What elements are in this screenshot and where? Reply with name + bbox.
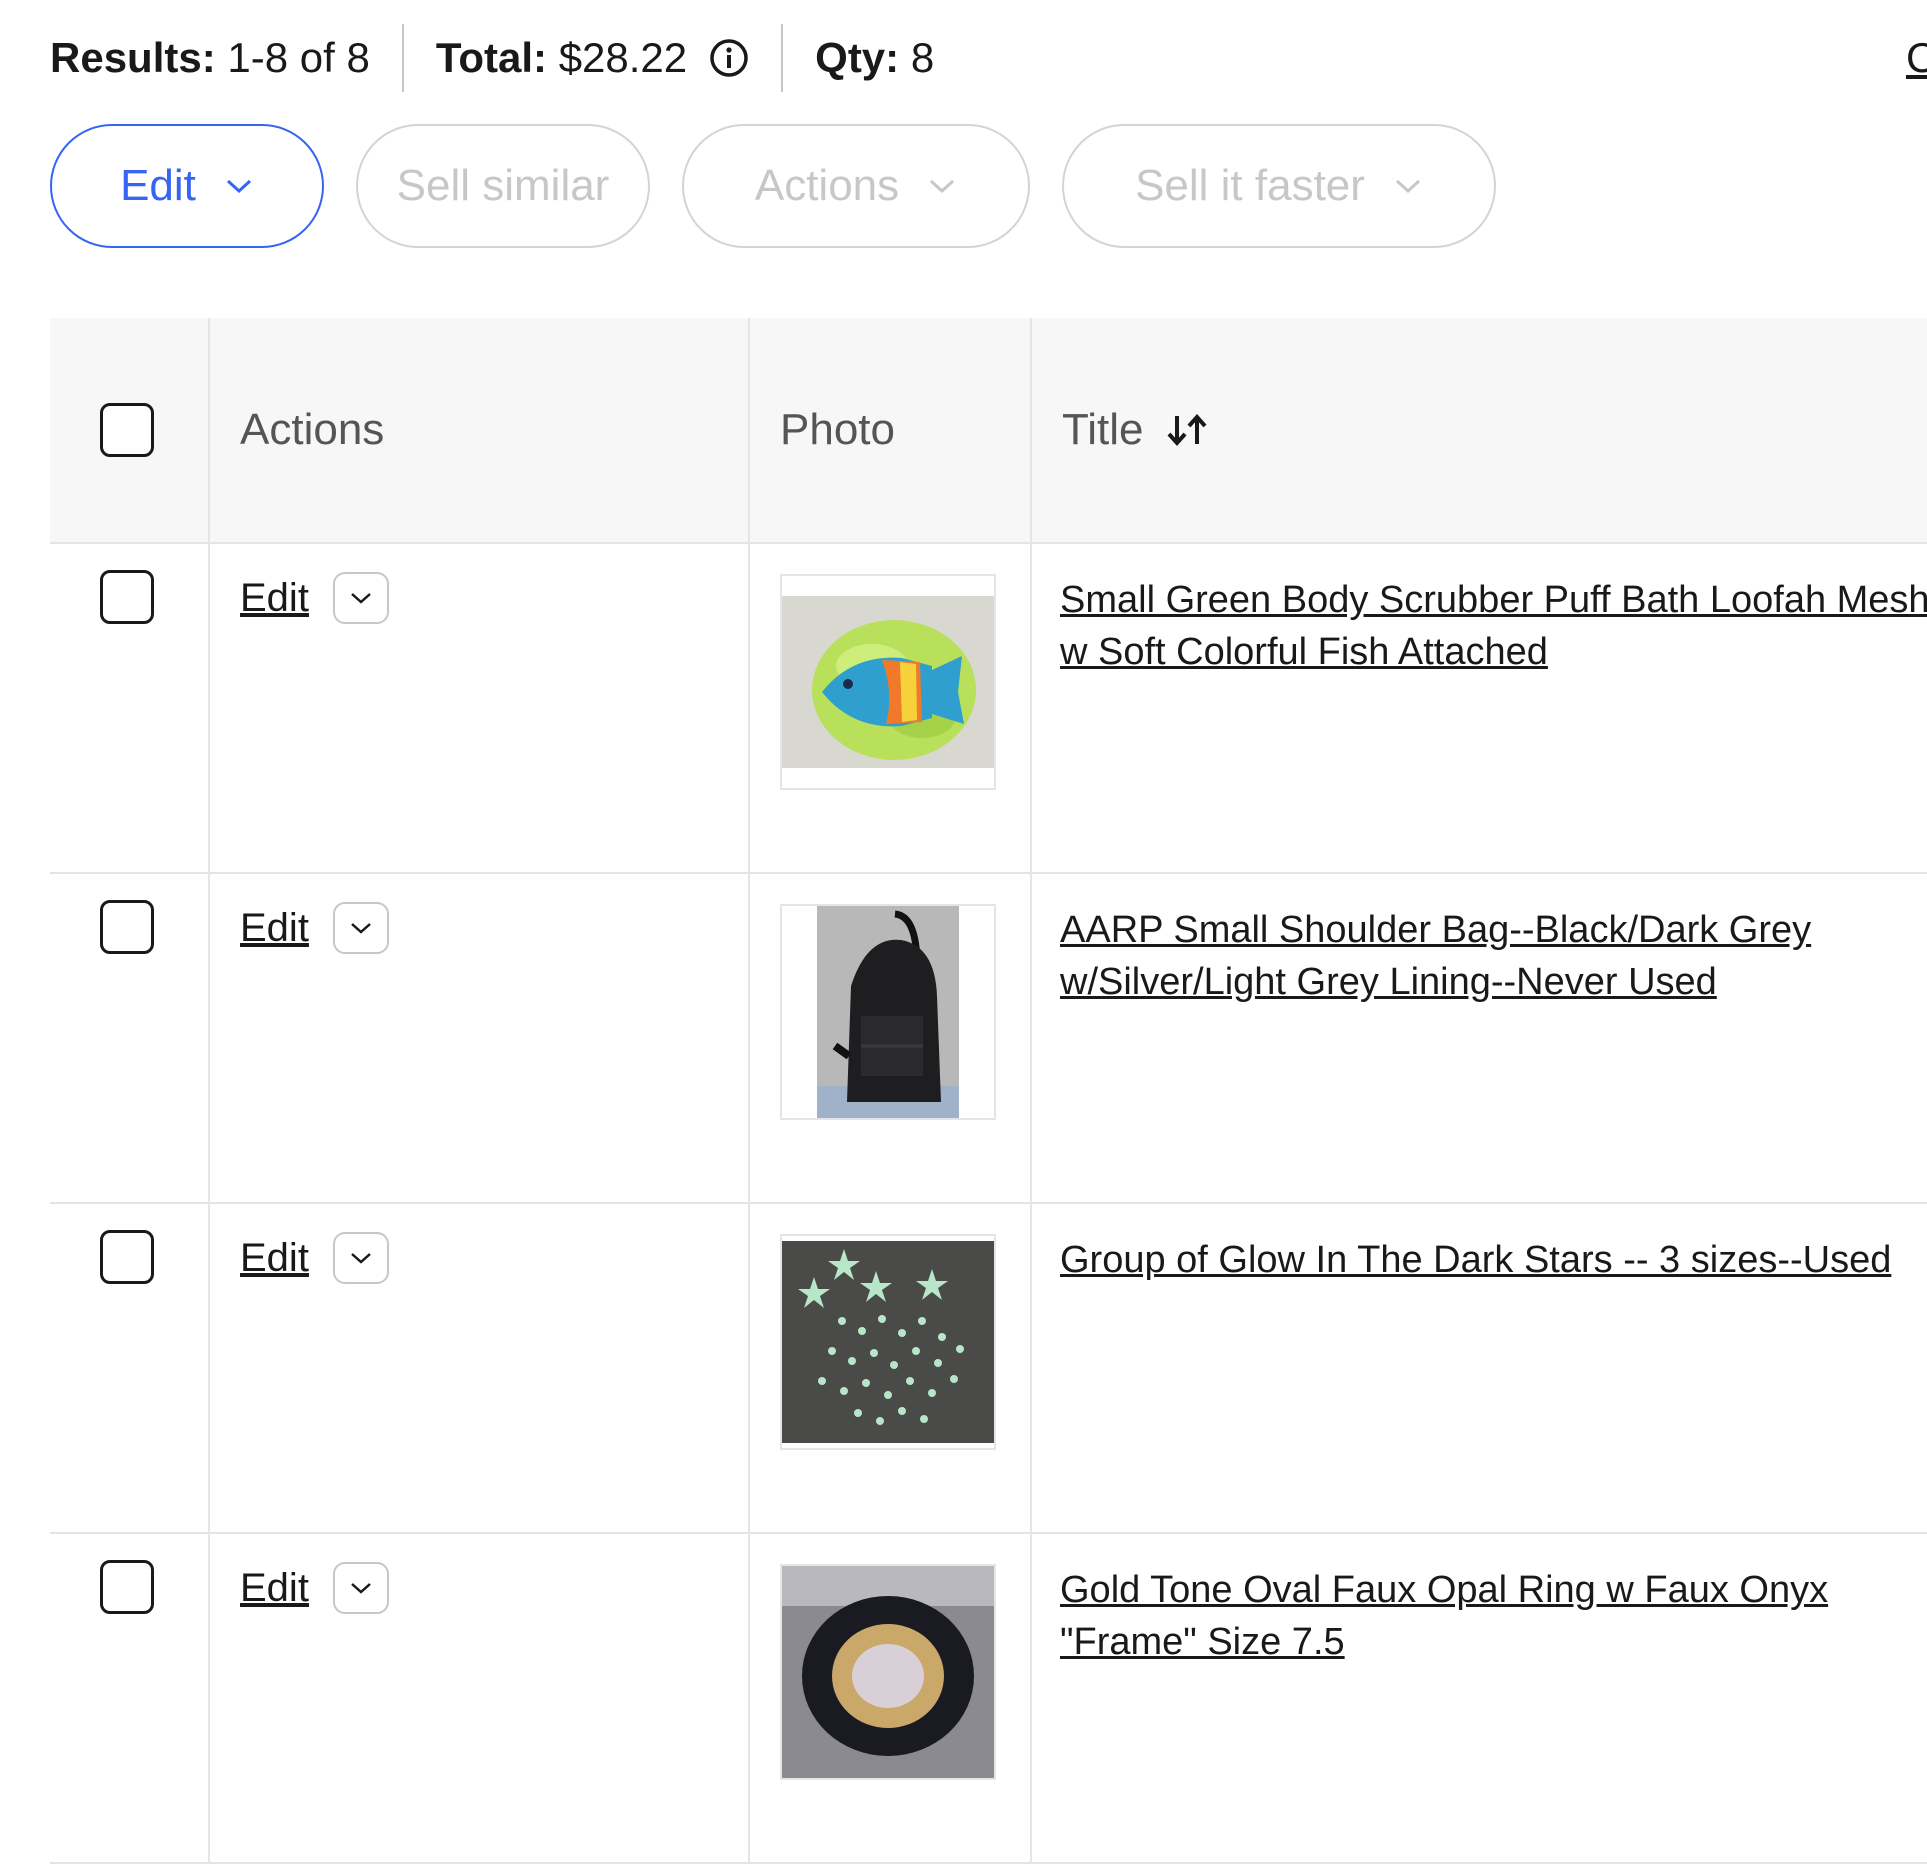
table-header-row: Actions Photo Title (50, 318, 1927, 544)
row-select-cell (50, 1533, 210, 1864)
row-checkbox[interactable] (100, 570, 154, 624)
row-more-actions-button[interactable] (332, 1562, 389, 1614)
actions-button-label: Actions (754, 161, 900, 210)
divider (781, 24, 784, 92)
row-actions-cell: Edit (209, 1533, 750, 1864)
results-summary: Results: 1-8 of 8 Total: $28.22 Qty: 8 (50, 24, 935, 92)
table-row: Edit (50, 543, 1927, 874)
row-checkbox[interactable] (100, 1230, 154, 1284)
header-select-cell (50, 318, 210, 544)
results-value: 1-8 of 8 (227, 34, 370, 81)
row-title-cell: Gold Tone Oval Faux Opal Ring w Faux Ony… (1031, 1533, 1927, 1864)
row-title-cell: Group of Glow In The Dark Stars -- 3 siz… (1031, 1203, 1927, 1534)
total-label: Total: (435, 34, 548, 81)
header-photo: Photo (749, 318, 1032, 544)
ring-photo[interactable] (780, 1564, 996, 1780)
row-actions-cell: Edit (209, 873, 750, 1204)
header-title[interactable]: Title (1031, 318, 1927, 544)
row-checkbox[interactable] (100, 900, 154, 954)
row-photo-cell (749, 543, 1032, 874)
qty-value: 8 (910, 34, 935, 81)
info-icon[interactable] (709, 38, 749, 78)
row-title-cell: AARP Small Shoulder Bag--Black/Dark Grey… (1031, 873, 1927, 1204)
table-row: Edit AARP Small Shoulder Bag--Black/Dark… (50, 873, 1927, 1204)
row-edit-link[interactable]: Edit (240, 906, 309, 951)
bulk-action-toolbar: Edit Sell similar Actions Sell it faster (50, 124, 1496, 248)
row-more-actions-button[interactable] (332, 572, 389, 624)
row-actions-cell: Edit (209, 543, 750, 874)
row-edit-link[interactable]: Edit (240, 1236, 309, 1281)
chevron-down-icon (927, 176, 957, 196)
row-photo-cell (749, 1533, 1032, 1864)
listing-title-link[interactable]: AARP Small Shoulder Bag--Black/Dark Grey… (1032, 874, 1927, 1008)
row-select-cell (50, 873, 210, 1204)
chevron-down-icon (224, 176, 254, 196)
row-edit-link[interactable]: Edit (240, 1566, 309, 1611)
header-title-label: Title (1062, 405, 1144, 454)
results-label: Results: (50, 34, 216, 81)
table-row: Edit Gold Tone Oval Faux Opal Ring w Fau… (50, 1533, 1927, 1864)
chevron-down-icon (1393, 176, 1423, 196)
clipped-link[interactable]: C (1906, 34, 1927, 82)
listings-table: Actions Photo Title Edit Small Green Bod… (50, 318, 1927, 1864)
header-photo-label: Photo (780, 405, 895, 454)
actions-dropdown-button[interactable]: Actions (682, 124, 1030, 248)
sell-it-faster-label: Sell it faster (1135, 161, 1365, 210)
edit-button-label: Edit (120, 161, 196, 210)
sell-similar-label: Sell similar (396, 161, 610, 210)
header-actions-label: Actions (240, 405, 385, 454)
select-all-checkbox[interactable] (100, 403, 154, 457)
total-value: $28.22 (558, 34, 688, 81)
table-row: Edit (50, 1203, 1927, 1534)
row-title-cell: Small Green Body Scrubber Puff Bath Loof… (1031, 543, 1927, 874)
sell-it-faster-dropdown-button[interactable]: Sell it faster (1062, 124, 1496, 248)
row-more-actions-button[interactable] (332, 902, 389, 954)
edit-dropdown-button[interactable]: Edit (50, 124, 324, 248)
fish-loofah-photo[interactable] (780, 574, 996, 790)
row-more-actions-button[interactable] (332, 1232, 389, 1284)
sell-similar-button[interactable]: Sell similar (356, 124, 650, 248)
row-select-cell (50, 543, 210, 874)
row-actions-cell: Edit (209, 1203, 750, 1534)
sort-icon[interactable] (1166, 410, 1208, 450)
row-select-cell (50, 1203, 210, 1534)
header-actions: Actions (209, 318, 750, 544)
listing-title-link[interactable]: Gold Tone Oval Faux Opal Ring w Faux Ony… (1032, 1534, 1927, 1668)
listing-title-link[interactable]: Group of Glow In The Dark Stars -- 3 siz… (1032, 1204, 1927, 1286)
row-photo-cell (749, 1203, 1032, 1534)
stars-photo[interactable] (780, 1234, 996, 1450)
divider (401, 24, 404, 92)
row-checkbox[interactable] (100, 1560, 154, 1614)
listing-title-link[interactable]: Small Green Body Scrubber Puff Bath Loof… (1032, 544, 1927, 678)
black-bag-photo[interactable] (780, 904, 996, 1120)
row-edit-link[interactable]: Edit (240, 576, 309, 621)
qty-label: Qty: (815, 34, 900, 81)
row-photo-cell (749, 873, 1032, 1204)
